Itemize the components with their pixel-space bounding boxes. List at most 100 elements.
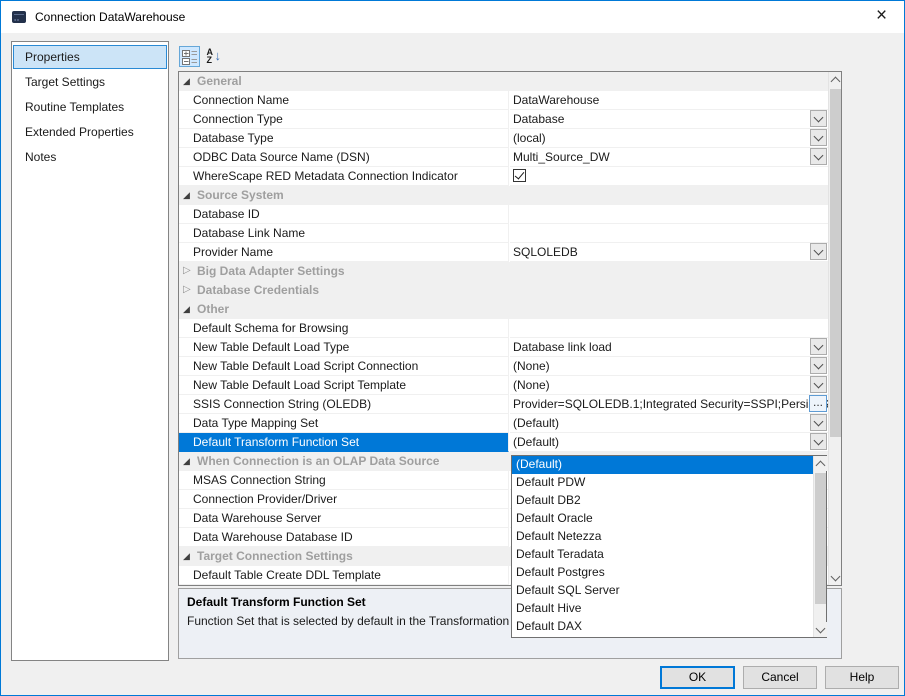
dropdown-item-default-pdw[interactable]: Default PDW (512, 474, 813, 492)
scroll-down-icon[interactable] (829, 570, 842, 585)
property-row-database-link-name[interactable]: Database Link Name (179, 224, 828, 243)
property-row-data-type-mapping-set[interactable]: Data Type Mapping Set(Default) (179, 414, 828, 433)
property-name[interactable]: Default Schema for Browsing (179, 319, 509, 338)
dropdown-item-default-postgres[interactable]: Default Postgres (512, 564, 813, 582)
grid-scrollbar-thumb[interactable] (830, 89, 841, 437)
property-row-odbc-data-source-name-dsn[interactable]: ODBC Data Source Name (DSN)Multi_Source_… (179, 148, 828, 167)
ok-button[interactable]: OK (660, 666, 735, 689)
property-name[interactable]: Default Transform Function Set (179, 433, 509, 452)
scroll-up-icon[interactable] (829, 72, 842, 87)
property-value[interactable] (510, 319, 828, 338)
property-value[interactable]: (local) (510, 129, 828, 148)
property-name[interactable]: Database Type (179, 129, 509, 148)
grid-scrollbar[interactable] (828, 72, 841, 585)
combo-dropdown-button[interactable] (810, 110, 827, 127)
dropdown-item-default[interactable]: (Default) (512, 456, 813, 474)
combo-dropdown-button[interactable] (810, 414, 827, 431)
expander-expanded-icon[interactable]: ◢ (183, 186, 195, 204)
property-value[interactable]: Database link load (510, 338, 828, 357)
combo-dropdown-button[interactable] (810, 338, 827, 355)
sidebar-item-notes[interactable]: Notes (13, 145, 167, 169)
dropdown-scrollbar-thumb[interactable] (815, 473, 826, 604)
property-value[interactable]: SQLOLEDB (510, 243, 828, 262)
property-value[interactable]: Multi_Source_DW (510, 148, 828, 167)
dropdown-item-default-netezza[interactable]: Default Netezza (512, 528, 813, 546)
alphabetical-sort-icon[interactable]: A Z ↓ (204, 46, 225, 67)
checkbox[interactable] (513, 169, 526, 182)
property-name[interactable]: ODBC Data Source Name (DSN) (179, 148, 509, 167)
property-row-new-table-default-load-script-connection[interactable]: New Table Default Load Script Connection… (179, 357, 828, 376)
property-value[interactable] (510, 224, 828, 243)
dropdown-item-default-sql-server[interactable]: Default SQL Server (512, 582, 813, 600)
combo-dropdown-button[interactable] (810, 357, 827, 374)
combo-dropdown-button[interactable] (810, 129, 827, 146)
property-name[interactable]: Database ID (179, 205, 509, 224)
dropdown-item-default-teradata[interactable]: Default Teradata (512, 546, 813, 564)
property-value[interactable]: Provider=SQLOLEDB.1;Integrated Security=… (510, 395, 828, 414)
expander-expanded-icon[interactable]: ◢ (183, 300, 195, 318)
property-name[interactable]: Connection Type (179, 110, 509, 129)
dropdown-scroll-down-icon[interactable] (814, 622, 827, 637)
property-value[interactable]: (Default) (510, 433, 828, 452)
property-value[interactable] (510, 167, 828, 186)
expander-expanded-icon[interactable]: ◢ (183, 72, 195, 90)
expander-collapsed-icon[interactable]: ▷ (183, 262, 195, 280)
close-icon[interactable]: × (859, 1, 904, 32)
property-row-wherescape-red-metadata-connection-indicator[interactable]: WhereScape RED Metadata Connection Indic… (179, 167, 828, 186)
dropdown-item-default-hive[interactable]: Default Hive (512, 600, 813, 618)
property-row-default-schema-for-browsing[interactable]: Default Schema for Browsing (179, 319, 828, 338)
property-row-database-type[interactable]: Database Type(local) (179, 129, 828, 148)
sidebar-item-routine-templates[interactable]: Routine Templates (13, 95, 167, 119)
property-name[interactable]: Connection Provider/Driver (179, 490, 509, 509)
property-row-database-id[interactable]: Database ID (179, 205, 828, 224)
property-row-provider-name[interactable]: Provider NameSQLOLEDB (179, 243, 828, 262)
dropdown-item-default-dax[interactable]: Default DAX (512, 618, 813, 636)
property-name[interactable]: SSIS Connection String (OLEDB) (179, 395, 509, 414)
category-row-source-system[interactable]: ◢Source System (179, 186, 828, 205)
property-row-connection-type[interactable]: Connection TypeDatabase (179, 110, 828, 129)
category-row-database-credentials[interactable]: ▷Database Credentials (179, 281, 828, 300)
property-row-ssis-connection-string-oledb[interactable]: SSIS Connection String (OLEDB)Provider=S… (179, 395, 828, 414)
property-name[interactable]: MSAS Connection String (179, 471, 509, 490)
ellipsis-button[interactable]: ... (809, 395, 827, 412)
property-row-connection-name[interactable]: Connection NameDataWarehouse (179, 91, 828, 110)
property-row-default-transform-function-set[interactable]: Default Transform Function Set(Default) (179, 433, 828, 452)
property-name[interactable]: Data Warehouse Server (179, 509, 509, 528)
property-value[interactable]: DataWarehouse (510, 91, 828, 110)
property-name[interactable]: Default Table Create DDL Template (179, 566, 509, 585)
dropdown-scroll-up-icon[interactable] (814, 456, 827, 471)
dropdown-item-default-oracle[interactable]: Default Oracle (512, 510, 813, 528)
property-value[interactable] (510, 205, 828, 224)
category-row-other[interactable]: ◢Other (179, 300, 828, 319)
property-value[interactable]: (None) (510, 357, 828, 376)
property-name[interactable]: Connection Name (179, 91, 509, 110)
property-name[interactable]: Database Link Name (179, 224, 509, 243)
property-name[interactable]: New Table Default Load Script Connection (179, 357, 509, 376)
property-value[interactable]: (Default) (510, 414, 828, 433)
property-name[interactable]: New Table Default Load Type (179, 338, 509, 357)
property-name[interactable]: Provider Name (179, 243, 509, 262)
sidebar-item-extended-properties[interactable]: Extended Properties (13, 120, 167, 144)
dropdown-scrollbar[interactable] (813, 456, 826, 637)
property-value[interactable]: Database (510, 110, 828, 129)
combo-dropdown-button[interactable] (810, 376, 827, 393)
category-row-general[interactable]: ◢General (179, 72, 828, 91)
combo-dropdown-button[interactable] (810, 148, 827, 165)
sidebar-item-properties[interactable]: Properties (13, 45, 167, 69)
sidebar-item-target-settings[interactable]: Target Settings (13, 70, 167, 94)
expander-collapsed-icon[interactable]: ▷ (183, 281, 195, 299)
property-name[interactable]: WhereScape RED Metadata Connection Indic… (179, 167, 509, 186)
combo-dropdown-button[interactable] (810, 433, 827, 450)
property-name[interactable]: Data Type Mapping Set (179, 414, 509, 433)
categorized-view-icon[interactable] (179, 46, 200, 67)
help-button[interactable]: Help (825, 666, 899, 689)
property-row-new-table-default-load-type[interactable]: New Table Default Load TypeDatabase link… (179, 338, 828, 357)
expander-expanded-icon[interactable]: ◢ (183, 452, 195, 470)
property-row-new-table-default-load-script-template[interactable]: New Table Default Load Script Template(N… (179, 376, 828, 395)
property-value[interactable]: (None) (510, 376, 828, 395)
combo-dropdown-button[interactable] (810, 243, 827, 260)
expander-expanded-icon[interactable]: ◢ (183, 547, 195, 565)
property-name[interactable]: New Table Default Load Script Template (179, 376, 509, 395)
dropdown-item-default-db2[interactable]: Default DB2 (512, 492, 813, 510)
property-name[interactable]: Data Warehouse Database ID (179, 528, 509, 547)
